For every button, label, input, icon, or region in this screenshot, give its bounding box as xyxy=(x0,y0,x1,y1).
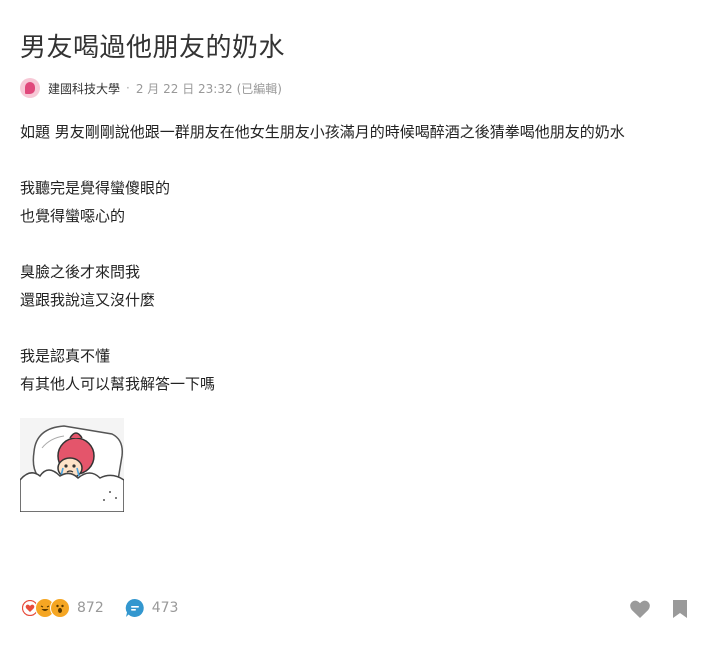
author-avatar[interactable] xyxy=(20,78,40,98)
content-line: 還跟我說這又沒什麼 xyxy=(20,291,156,309)
post-meta: 建國科技大學 · 2 月 22 日 23:32 (已編輯) xyxy=(20,78,282,98)
reaction-icons[interactable] xyxy=(20,598,70,618)
content-line: 我聽完是覺得蠻傻眼的 xyxy=(20,179,171,197)
meta-separator: · xyxy=(126,81,130,95)
wow-reaction-icon xyxy=(50,598,70,618)
crying-sticker-image xyxy=(19,418,125,513)
content-line: 有其他人可以幫我解答一下嗎 xyxy=(20,375,216,393)
edited-label: (已編輯) xyxy=(236,81,282,96)
avatar-icon xyxy=(25,82,35,94)
post-stats: 872 473 xyxy=(20,596,178,620)
comment-icon[interactable] xyxy=(124,597,146,619)
post-actions xyxy=(628,597,692,621)
post-content: 如題 男友剛剛說他跟一群朋友在他女生朋友小孩滿月的時候喝醉酒之後猜拳喝他朋友的奶… xyxy=(20,118,710,398)
content-line: 我是認真不懂 xyxy=(20,347,111,365)
comment-count: 473 xyxy=(151,600,179,616)
content-line: 如題 男友剛剛說他跟一群朋友在他女生朋友小孩滿月的時候喝醉酒之後猜拳喝他朋友的奶… xyxy=(20,123,625,141)
content-line: 也覺得蠻噁心的 xyxy=(20,207,126,225)
reaction-count: 872 xyxy=(77,600,104,616)
author-school[interactable]: 建國科技大學 xyxy=(48,80,120,97)
bookmark-icon[interactable] xyxy=(668,597,692,621)
post-timestamp: 2 月 22 日 23:32 xyxy=(135,81,233,96)
post-title: 男友喝過他朋友的奶水 xyxy=(20,33,286,63)
like-heart-icon[interactable] xyxy=(628,597,652,621)
content-line: 臭臉之後才來問我 xyxy=(20,263,141,281)
